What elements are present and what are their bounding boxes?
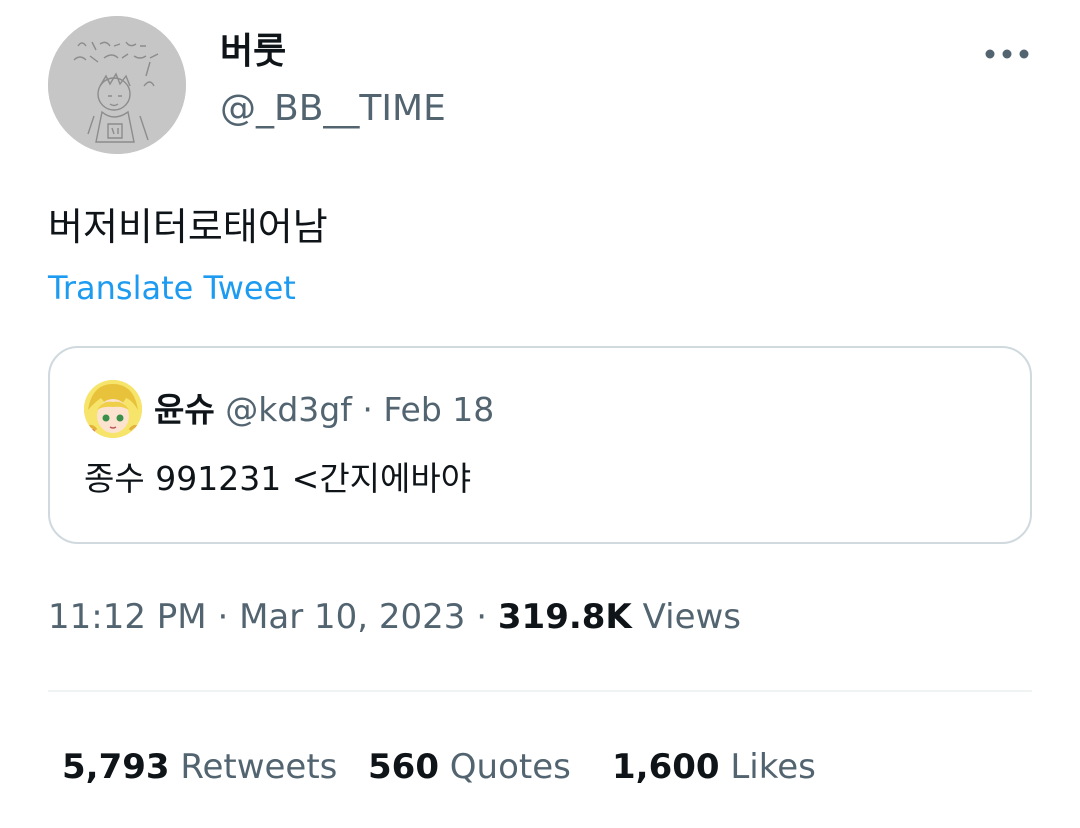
author-display-name[interactable]: 버룻 bbox=[220, 30, 286, 74]
retweets-stat[interactable]: 5,793 Retweets bbox=[62, 744, 337, 790]
tweet-time[interactable]: 11:12 PM bbox=[48, 597, 207, 637]
retweets-label: Retweets bbox=[180, 747, 338, 787]
likes-stat[interactable]: 1,600 Likes bbox=[612, 744, 816, 790]
quoted-date[interactable]: Feb 18 bbox=[383, 390, 494, 429]
quoted-header: 윤슈 @kd3gf · Feb 18 bbox=[154, 388, 494, 432]
author-handle[interactable]: @_BB__TIME bbox=[220, 86, 446, 132]
more-options-button[interactable] bbox=[982, 40, 1032, 68]
tweet-text: 버저비터로태어남 bbox=[48, 205, 328, 249]
quotes-label: Quotes bbox=[449, 747, 571, 787]
meta-separator: · bbox=[217, 597, 229, 637]
views-count: 319.8K bbox=[497, 597, 632, 637]
views-label: Views bbox=[642, 597, 742, 637]
sketch-avatar-icon bbox=[48, 16, 186, 154]
meta-separator: · bbox=[476, 597, 488, 637]
quoted-avatar[interactable] bbox=[84, 380, 142, 438]
quoted-author-handle[interactable]: @kd3gf bbox=[225, 390, 352, 429]
quoted-text: 종수 991231 <간지에바야 bbox=[84, 459, 472, 498]
translate-tweet-link[interactable]: Translate Tweet bbox=[48, 266, 296, 310]
tweet-date[interactable]: Mar 10, 2023 bbox=[239, 597, 465, 637]
retweets-count: 5,793 bbox=[62, 747, 170, 787]
more-horizontal-icon bbox=[985, 49, 1029, 59]
quoted-tweet-card[interactable]: 윤슈 @kd3gf · Feb 18 종수 991231 <간지에바야 bbox=[48, 346, 1032, 544]
divider bbox=[48, 690, 1032, 692]
quotes-count: 560 bbox=[368, 747, 439, 787]
anime-avatar-icon bbox=[84, 380, 142, 438]
profile-avatar[interactable] bbox=[48, 16, 186, 154]
quoted-author-name[interactable]: 윤슈 bbox=[154, 390, 215, 429]
likes-label: Likes bbox=[730, 747, 816, 787]
quotes-stat[interactable]: 560 Quotes bbox=[368, 744, 571, 790]
likes-count: 1,600 bbox=[612, 747, 720, 787]
tweet-meta: 11:12 PM · Mar 10, 2023 · 319.8K Views bbox=[48, 594, 741, 640]
quoted-separator: · bbox=[362, 390, 373, 429]
